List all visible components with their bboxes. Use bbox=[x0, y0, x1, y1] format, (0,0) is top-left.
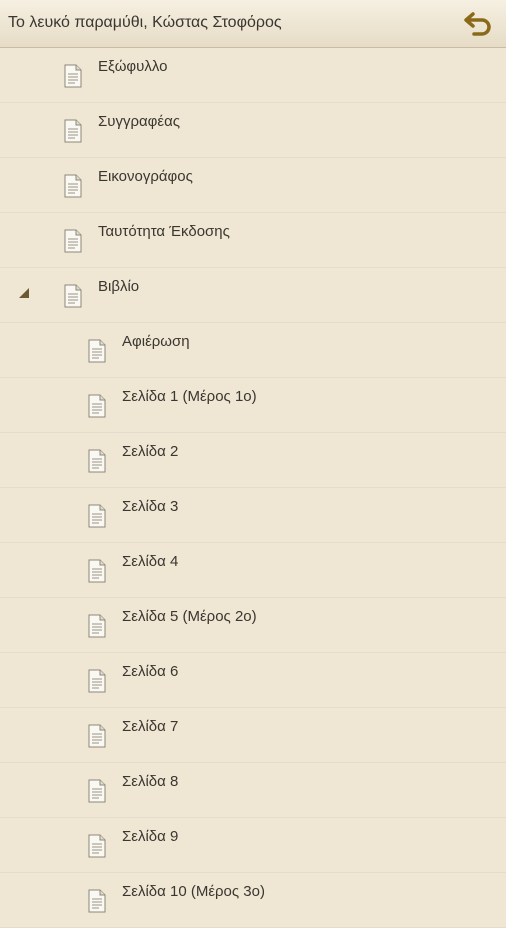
book-title: Το λευκό παραμύθι, Κώστας Στοφόρος bbox=[8, 14, 282, 31]
toc-item-page-3[interactable]: Σελίδα 3 bbox=[0, 488, 506, 543]
toc-item-dedication[interactable]: Αφιέρωση bbox=[0, 323, 506, 378]
document-icon bbox=[64, 119, 82, 143]
document-icon bbox=[64, 64, 82, 88]
toc-item-page-10[interactable]: Σελίδα 10 (Μέρος 3ο) bbox=[0, 873, 506, 928]
document-icon bbox=[88, 614, 106, 638]
document-icon bbox=[88, 669, 106, 693]
toc-item-book[interactable]: Βιβλίο bbox=[0, 268, 506, 323]
back-arrow-icon bbox=[464, 12, 491, 36]
toc-item-label: Σελίδα 4 bbox=[122, 553, 179, 570]
toc-item-page-7[interactable]: Σελίδα 7 bbox=[0, 708, 506, 763]
toc-item-page-6[interactable]: Σελίδα 6 bbox=[0, 653, 506, 708]
document-icon bbox=[88, 504, 106, 528]
expanded-triangle-icon[interactable] bbox=[19, 288, 29, 298]
document-icon bbox=[88, 779, 106, 803]
toc-item-illustrator[interactable]: Εικονογράφος bbox=[0, 158, 506, 213]
toc-item-label: Σελίδα 9 bbox=[122, 828, 179, 845]
toc-item-label: Σελίδα 1 (Μέρος 1ο) bbox=[122, 388, 257, 405]
toc-item-label: Σελίδα 8 bbox=[122, 773, 179, 790]
toc-item-label: Σελίδα 3 bbox=[122, 498, 179, 515]
toc-item-page-4[interactable]: Σελίδα 4 bbox=[0, 543, 506, 598]
document-icon bbox=[88, 724, 106, 748]
document-icon bbox=[64, 284, 82, 308]
toc-item-label: Εικονογράφος bbox=[98, 168, 193, 185]
toc-list: Εξώφυλλο Συγγραφέας Εικονογράφος Ταυτότη… bbox=[0, 48, 506, 928]
document-icon bbox=[64, 229, 82, 253]
document-icon bbox=[88, 834, 106, 858]
toc-item-label: Σελίδα 10 (Μέρος 3ο) bbox=[122, 883, 265, 900]
document-icon bbox=[88, 339, 106, 363]
toc-item-page-8[interactable]: Σελίδα 8 bbox=[0, 763, 506, 818]
toc-item-cover[interactable]: Εξώφυλλο bbox=[0, 48, 506, 103]
toc-item-label: Σελίδα 5 (Μέρος 2ο) bbox=[122, 608, 257, 625]
document-icon bbox=[88, 449, 106, 473]
toc-item-label: Αφιέρωση bbox=[122, 333, 190, 350]
toc-item-page-9[interactable]: Σελίδα 9 bbox=[0, 818, 506, 873]
document-icon bbox=[88, 559, 106, 583]
document-icon bbox=[88, 889, 106, 913]
back-button[interactable] bbox=[462, 8, 496, 40]
toc-item-edition-info[interactable]: Ταυτότητα Έκδοσης bbox=[0, 213, 506, 268]
document-icon bbox=[64, 174, 82, 198]
toc-item-label: Εξώφυλλο bbox=[98, 58, 168, 75]
toc-item-page-2[interactable]: Σελίδα 2 bbox=[0, 433, 506, 488]
toc-item-author[interactable]: Συγγραφέας bbox=[0, 103, 506, 158]
toc-item-label: Συγγραφέας bbox=[98, 113, 180, 130]
app-header: Το λευκό παραμύθι, Κώστας Στοφόρος bbox=[0, 0, 506, 48]
toc-item-page-5[interactable]: Σελίδα 5 (Μέρος 2ο) bbox=[0, 598, 506, 653]
toc-item-label: Σελίδα 7 bbox=[122, 718, 179, 735]
toc-item-label: Βιβλίο bbox=[98, 278, 140, 295]
toc-item-label: Σελίδα 2 bbox=[122, 443, 179, 460]
toc-item-label: Ταυτότητα Έκδοσης bbox=[98, 223, 230, 240]
toc-item-label: Σελίδα 6 bbox=[122, 663, 179, 680]
toc-item-page-1[interactable]: Σελίδα 1 (Μέρος 1ο) bbox=[0, 378, 506, 433]
document-icon bbox=[88, 394, 106, 418]
